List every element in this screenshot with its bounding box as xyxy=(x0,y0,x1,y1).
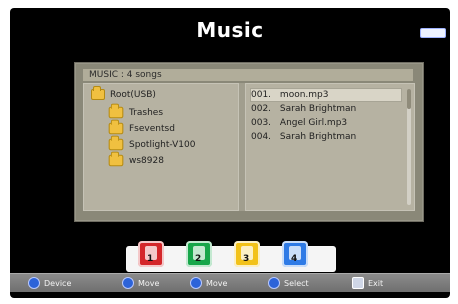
yellow-button[interactable]: 3 xyxy=(234,241,260,267)
folder-root[interactable]: Root(USB) xyxy=(91,86,156,100)
folder-item[interactable]: Fseventsd xyxy=(108,119,175,135)
blue-button-number: 4 xyxy=(291,254,298,264)
folder-item[interactable]: ws8928 xyxy=(108,151,164,167)
usb-icon xyxy=(420,28,446,38)
red-button-number: 1 xyxy=(147,254,154,264)
folder-item-label: Trashes xyxy=(129,107,164,118)
select-icon xyxy=(268,277,280,289)
browser-header: MUSIC : 4 songs xyxy=(83,69,413,81)
folder-icon xyxy=(91,86,105,100)
footer-move[interactable]: Move xyxy=(122,276,159,290)
file-pane: 001. moon.mp3 002. Sarah Brightman 003. … xyxy=(245,83,415,211)
file-scrollbar-thumb[interactable] xyxy=(407,89,411,109)
file-index: 002. xyxy=(251,104,272,114)
green-button-number: 2 xyxy=(195,254,202,264)
file-scrollbar[interactable] xyxy=(407,89,411,205)
device-icon xyxy=(28,277,40,289)
footer-exit[interactable]: Exit xyxy=(352,276,383,290)
folder-icon xyxy=(108,135,124,151)
file-name: Sarah Brightman xyxy=(279,104,357,114)
arrow-icon xyxy=(190,277,202,289)
footer-move2-label: Move xyxy=(206,278,228,288)
green-button[interactable]: 2 xyxy=(186,241,212,267)
footer-select[interactable]: Select xyxy=(268,276,309,290)
file-index: 001. xyxy=(251,90,272,100)
footer-device[interactable]: Device xyxy=(28,276,71,290)
folder-icon xyxy=(108,151,124,167)
arrow-icon xyxy=(122,277,134,289)
footer-move-label: Move xyxy=(138,278,160,288)
yellow-button-number: 3 xyxy=(243,254,250,264)
file-row[interactable]: 003. Angel Girl.mp3 xyxy=(251,117,401,129)
folder-item[interactable]: Spotlight-V100 xyxy=(108,135,196,151)
file-name: moon.mp3 xyxy=(279,90,329,100)
file-index: 004. xyxy=(251,132,272,142)
file-row[interactable]: 002. Sarah Brightman xyxy=(251,103,401,115)
folder-pane: Root(USB) Trashes Fseventsd Spotlight-V1… xyxy=(83,83,239,211)
tv-screen: Music MUSIC : 4 songs Root(USB) Trashes … xyxy=(10,8,450,298)
color-button-bar: 1 2 3 4 xyxy=(126,241,336,272)
folder-item[interactable]: Trashes xyxy=(108,103,164,119)
file-name: Sarah Brightman xyxy=(279,132,357,142)
red-button[interactable]: 1 xyxy=(138,241,164,267)
file-row[interactable]: 001. moon.mp3 xyxy=(250,88,402,102)
footer-select-label: Select xyxy=(284,278,309,288)
file-index: 003. xyxy=(251,118,272,128)
folder-item-label: ws8928 xyxy=(129,155,164,166)
footer-exit-label: Exit xyxy=(368,278,384,288)
file-name: Angel Girl.mp3 xyxy=(279,118,348,128)
folder-icon xyxy=(108,103,124,119)
folder-item-label: Spotlight-V100 xyxy=(129,139,196,150)
folder-root-label: Root(USB) xyxy=(110,89,156,100)
music-browser-panel: MUSIC : 4 songs Root(USB) Trashes Fseven… xyxy=(74,62,424,222)
file-row[interactable]: 004. Sarah Brightman xyxy=(251,131,401,143)
screen-title: Music xyxy=(196,18,264,42)
blue-button[interactable]: 4 xyxy=(282,241,308,267)
exit-icon xyxy=(352,277,364,289)
footer-bar: Device Move Move Select Exit xyxy=(10,273,450,292)
folder-item-label: Fseventsd xyxy=(129,123,175,134)
footer-device-label: Device xyxy=(44,278,72,288)
footer-move-2[interactable]: Move xyxy=(190,276,227,290)
folder-icon xyxy=(108,119,124,135)
